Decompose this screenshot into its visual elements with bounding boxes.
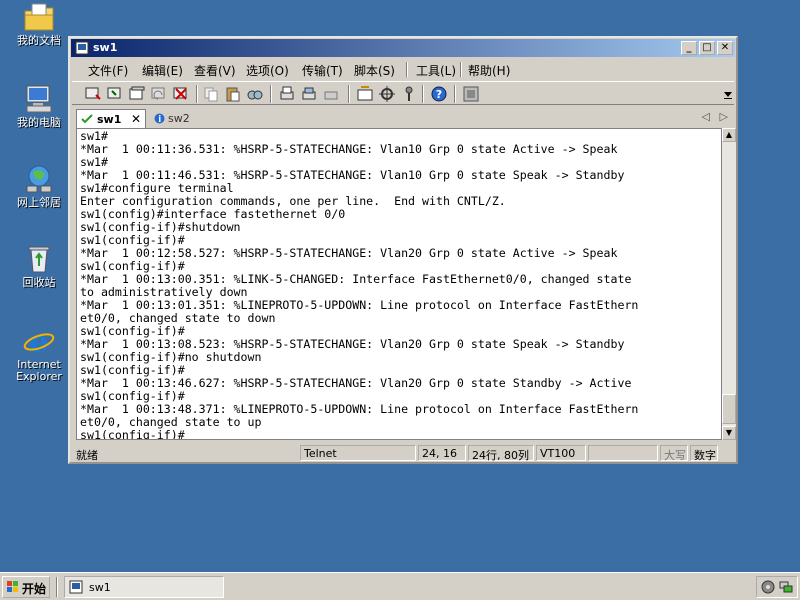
reconnect-icon[interactable] bbox=[150, 85, 168, 103]
tab-close-icon[interactable]: ✕ bbox=[131, 112, 141, 126]
desktop-icon-network[interactable]: 网上邻居 bbox=[6, 164, 72, 209]
status-num: 数字 bbox=[690, 445, 718, 462]
session-options-icon[interactable] bbox=[356, 85, 374, 103]
paste-icon[interactable] bbox=[224, 85, 242, 103]
folder-document-icon bbox=[24, 3, 54, 31]
status-ready: 就绪 bbox=[76, 449, 98, 462]
quick-connect-icon[interactable] bbox=[106, 85, 124, 103]
computer-icon bbox=[26, 85, 52, 113]
scroll-thumb[interactable] bbox=[722, 394, 736, 424]
menu-transfer[interactable]: 传输(T) bbox=[302, 62, 343, 79]
tab-scroll-right-icon[interactable]: ▷ bbox=[720, 110, 728, 123]
toolbar-separator bbox=[348, 85, 350, 103]
svg-text:e: e bbox=[29, 326, 48, 356]
windows-logo-icon bbox=[7, 581, 18, 592]
desktop-icon-label: Internet Explorer bbox=[16, 358, 62, 383]
volume-icon[interactable] bbox=[761, 580, 775, 594]
terminal-view[interactable]: sw1# *Mar 1 00:11:36.531: %HSRP-5-STATECH… bbox=[76, 128, 722, 440]
disconnect-icon[interactable] bbox=[172, 85, 190, 103]
start-button[interactable]: 开始 bbox=[2, 576, 50, 598]
terminal-output: sw1# *Mar 1 00:11:36.531: %HSRP-5-STATECH… bbox=[80, 130, 638, 440]
vertical-scrollbar[interactable]: ▲ ▼ bbox=[722, 128, 736, 440]
terminal-line: *Mar 1 00:11:36.531: %HSRP-5-STATECHANGE… bbox=[80, 142, 618, 156]
find-icon[interactable] bbox=[246, 85, 264, 103]
maximize-button[interactable]: □ bbox=[699, 41, 715, 55]
securecrt-window: sw1 _ □ ✕ 文件(F) 编辑(E) 查看(V) 选项(O) 传输(T) … bbox=[68, 36, 738, 464]
tab-label: sw1 bbox=[97, 113, 122, 126]
taskbar-separator bbox=[56, 577, 58, 597]
status-bar: 就绪 Telnet 24, 16 24行, 80列 VT100 大写 数字 bbox=[72, 444, 734, 462]
terminal-line: sw1(config-if)# bbox=[80, 428, 185, 440]
menu-separator bbox=[406, 62, 408, 77]
status-empty bbox=[588, 445, 658, 461]
print-icon[interactable] bbox=[278, 85, 296, 103]
taskbar: 开始 sw1 bbox=[0, 572, 800, 600]
scroll-up-button[interactable]: ▲ bbox=[722, 128, 736, 142]
desktop-icon-label: 回收站 bbox=[22, 276, 56, 289]
status-protocol: Telnet bbox=[300, 445, 416, 461]
desktop-icon-label: 我的电脑 bbox=[17, 116, 61, 129]
keymap-icon[interactable] bbox=[400, 85, 418, 103]
toolbar-separator bbox=[454, 85, 456, 103]
toolbar-separator bbox=[422, 85, 424, 103]
connect-icon[interactable] bbox=[84, 85, 102, 103]
status-size: 24行, 80列 bbox=[468, 445, 534, 462]
menu-options[interactable]: 选项(O) bbox=[246, 62, 289, 79]
desktop-icon-recycle-bin[interactable]: 回收站 bbox=[6, 244, 72, 289]
menu-edit[interactable]: 编辑(E) bbox=[142, 62, 183, 79]
network-tray-icon[interactable] bbox=[779, 580, 793, 594]
status-emulation: VT100 bbox=[536, 445, 586, 461]
status-cursor: 24, 16 bbox=[418, 445, 466, 461]
app-icon bbox=[75, 41, 89, 55]
scroll-down-button[interactable]: ▼ bbox=[722, 426, 736, 440]
tab-sw1[interactable]: sw1 ✕ bbox=[76, 109, 146, 128]
system-tray bbox=[756, 576, 798, 598]
svg-text:?: ? bbox=[436, 88, 442, 101]
desktop-icon-my-documents[interactable]: 我的文档 bbox=[6, 2, 72, 47]
app-icon bbox=[69, 580, 83, 594]
minimize-button[interactable]: _ bbox=[681, 41, 697, 55]
menu-bar: 文件(F) 编辑(E) 查看(V) 选项(O) 传输(T) 脚本(S) 工具(L… bbox=[72, 59, 734, 79]
start-label: 开始 bbox=[22, 582, 47, 596]
toolbar-overflow-icon[interactable] bbox=[724, 90, 732, 100]
menu-view[interactable]: 查看(V) bbox=[194, 62, 236, 79]
window-title: sw1 bbox=[93, 41, 118, 54]
tab-sw2[interactable]: sw2 bbox=[152, 109, 212, 128]
global-options-icon[interactable] bbox=[378, 85, 396, 103]
tab-label: sw2 bbox=[168, 112, 190, 125]
connect-in-tab-icon[interactable] bbox=[128, 85, 146, 103]
copy-icon[interactable] bbox=[202, 85, 220, 103]
help-icon[interactable]: ? bbox=[430, 85, 448, 103]
title-bar[interactable]: sw1 _ □ ✕ bbox=[71, 39, 735, 57]
check-icon bbox=[81, 114, 93, 124]
print-setup-icon[interactable] bbox=[322, 85, 340, 103]
menu-tools[interactable]: 工具(L) bbox=[416, 62, 456, 79]
menu-script[interactable]: 脚本(S) bbox=[354, 62, 395, 79]
print-screen-icon[interactable] bbox=[300, 85, 318, 103]
close-button[interactable]: ✕ bbox=[717, 41, 733, 55]
toolbar: ? bbox=[72, 81, 734, 105]
info-icon bbox=[154, 113, 165, 124]
menu-file[interactable]: 文件(F) bbox=[88, 62, 128, 79]
sftp-icon[interactable] bbox=[462, 85, 480, 103]
tab-scroll-left-icon[interactable]: ◁ bbox=[702, 110, 710, 123]
taskbar-item-sw1[interactable]: sw1 bbox=[64, 576, 224, 598]
menu-separator bbox=[460, 62, 462, 77]
status-caps: 大写 bbox=[660, 445, 688, 462]
toolbar-separator bbox=[196, 85, 198, 103]
menu-help[interactable]: 帮助(H) bbox=[468, 62, 510, 79]
desktop-icon-label: 网上邻居 bbox=[17, 196, 61, 209]
desktop-icon-label: 我的文档 bbox=[17, 34, 61, 47]
desktop-icon-internet-explorer[interactable]: e Internet Explorer bbox=[6, 326, 72, 383]
ie-icon: e bbox=[23, 326, 55, 356]
taskbar-item-label: sw1 bbox=[89, 581, 111, 594]
recycle-bin-icon bbox=[28, 246, 50, 273]
desktop-icon-my-computer[interactable]: 我的电脑 bbox=[6, 84, 72, 129]
toolbar-separator bbox=[270, 85, 272, 103]
network-icon bbox=[26, 165, 52, 193]
session-tabs: sw1 ✕ sw2 ◁ ▷ bbox=[72, 108, 734, 128]
